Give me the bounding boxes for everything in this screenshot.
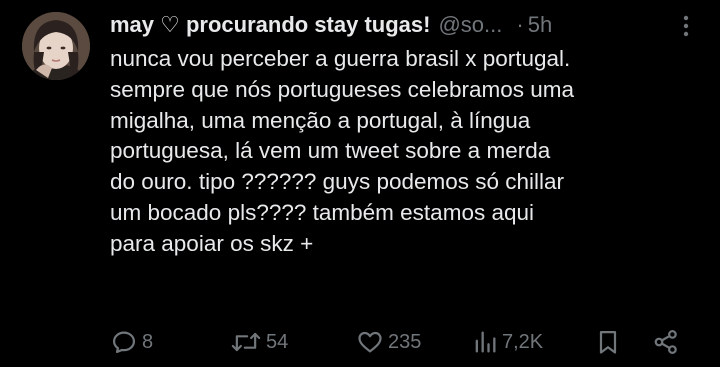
display-name[interactable]: may ♡ procurando stay tugas! bbox=[110, 12, 430, 38]
more-vertical-icon[interactable] bbox=[676, 13, 696, 39]
bookmark-button[interactable] bbox=[594, 322, 622, 362]
reply-icon bbox=[110, 328, 138, 356]
heart-icon bbox=[356, 328, 384, 356]
like-button[interactable]: 235 bbox=[356, 322, 421, 362]
views-icon bbox=[472, 328, 498, 356]
bookmark-icon bbox=[594, 328, 622, 356]
views-button[interactable]: 7,2K bbox=[472, 322, 543, 362]
views-count: 7,2K bbox=[502, 330, 544, 353]
reply-button[interactable]: 8 bbox=[110, 322, 153, 362]
user-handle[interactable]: @so... bbox=[438, 12, 502, 38]
retweet-icon bbox=[230, 328, 262, 356]
tweet-header: may ♡ procurando stay tugas! @so... · 5h bbox=[110, 8, 700, 42]
like-count: 235 bbox=[388, 330, 422, 353]
tweet-text-line: migalha, uma menção a portugal, à língua bbox=[110, 107, 531, 133]
avatar[interactable] bbox=[22, 12, 90, 80]
reply-count: 8 bbox=[142, 330, 154, 353]
separator-dot: · bbox=[516, 12, 524, 37]
timestamp[interactable]: 5h bbox=[528, 12, 552, 38]
tweet-text-line: sempre que nós portugueses celebramos um… bbox=[110, 76, 575, 102]
share-button[interactable] bbox=[652, 322, 680, 362]
retweet-button[interactable]: 54 bbox=[230, 322, 288, 362]
tweet-text-line: nunca vou perceber a guerra brasil x por… bbox=[110, 46, 571, 71]
profile-photo bbox=[22, 12, 90, 80]
tweet-text-line: um bocado pls???? também estamos aqui bbox=[110, 199, 534, 225]
tweet-text-line: para apoiar os skz + bbox=[110, 230, 314, 256]
tweet-text: nunca vou perceber a guerra brasil x por… bbox=[110, 44, 700, 260]
tweet-text-line: do ouro. tipo ?????? guys podemos só chi… bbox=[110, 169, 565, 195]
tweet: may ♡ procurando stay tugas! @so... · 5h… bbox=[0, 0, 720, 367]
action-bar: 8 54 235 7,2K bbox=[110, 322, 710, 362]
tweet-text-line: portuguesa, lá vem um tweet sobre a merd… bbox=[110, 138, 551, 164]
retweet-count: 54 bbox=[266, 330, 289, 353]
share-icon bbox=[652, 328, 680, 356]
